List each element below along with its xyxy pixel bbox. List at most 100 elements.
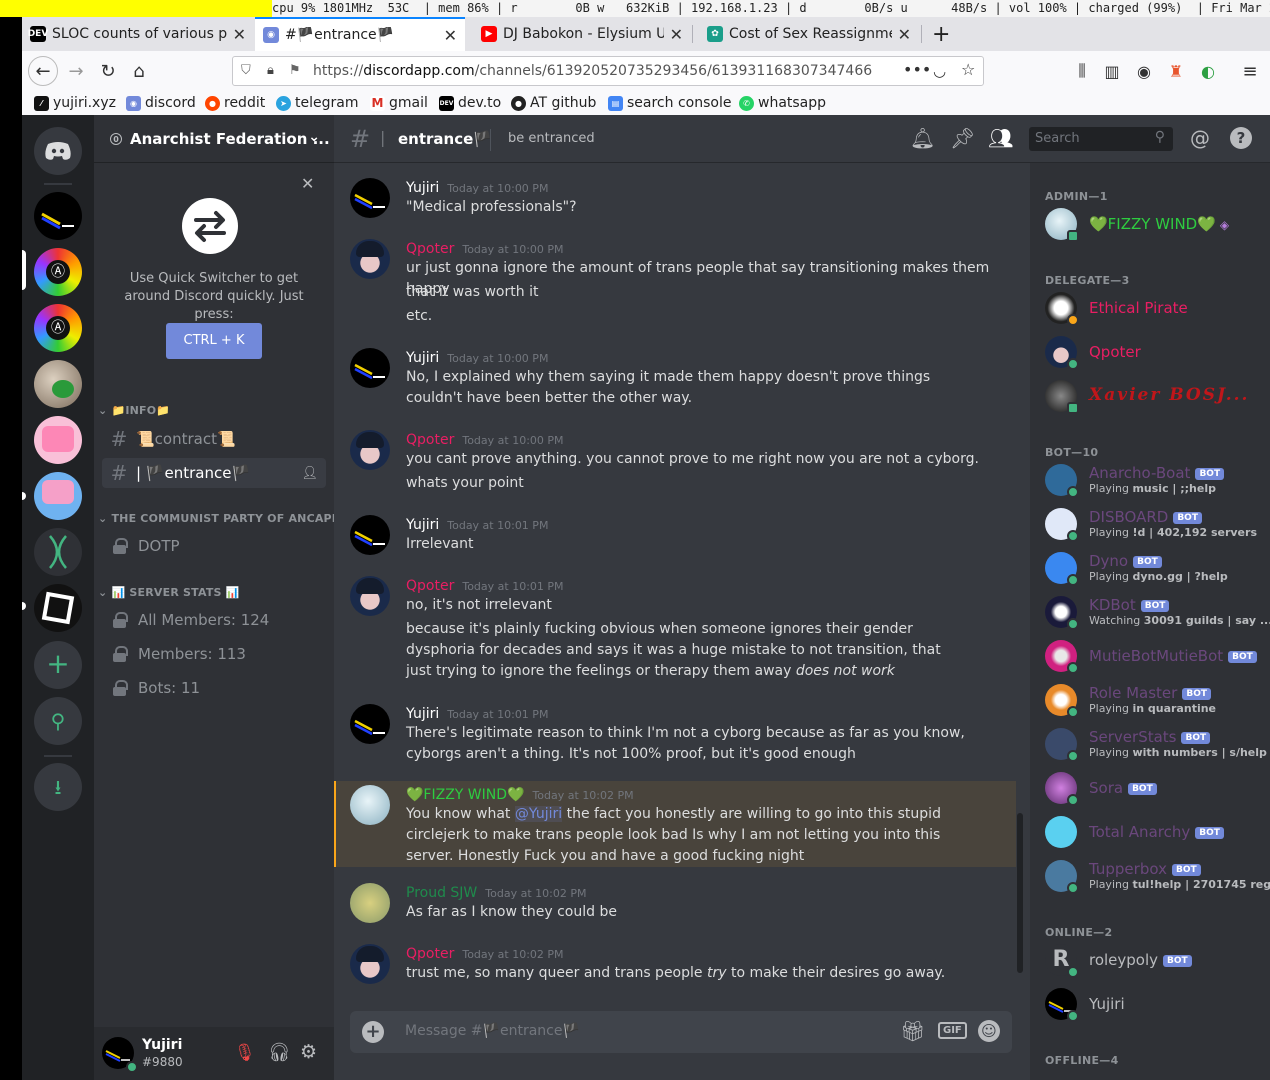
new-tab-icon[interactable]: +: [924, 17, 954, 51]
member-item[interactable]: Role Master BOT Playing in quarantine: [1045, 684, 1265, 724]
server-icon[interactable]: [34, 584, 82, 632]
shortcut-button[interactable]: CTRL + K: [166, 323, 262, 359]
pocket-icon[interactable]: ◡: [933, 57, 946, 85]
download-apps-icon[interactable]: ⭳: [34, 763, 82, 811]
server-header[interactable]: 0 Anarchist Federation ... ⌄: [94, 115, 334, 163]
gift-icon[interactable]: 🎁︎: [900, 1019, 925, 1043]
gif-icon[interactable]: GIF: [938, 1022, 967, 1039]
bookmark-item[interactable]: ➤ telegram: [276, 92, 358, 114]
member-item[interactable]: Sora BOT: [1045, 772, 1265, 812]
close-tab-icon[interactable]: ✕: [233, 25, 246, 44]
avatar[interactable]: [350, 576, 390, 616]
reload-button[interactable]: ↻: [94, 57, 122, 85]
bookmark-item[interactable]: ◉ discord: [126, 92, 196, 114]
message-input[interactable]: Message #🏴entrance🏴: [405, 1023, 580, 1039]
sidebar-toggle-icon[interactable]: ▥: [1098, 57, 1126, 85]
bookmark-item[interactable]: ● AT github: [511, 92, 596, 114]
avatar[interactable]: [350, 785, 390, 825]
extension-icon[interactable]: ♜: [1162, 57, 1190, 85]
member-item[interactable]: Dyno BOT Playing dyno.gg | ?help: [1045, 552, 1265, 592]
server-icon[interactable]: [34, 472, 82, 520]
menu-icon[interactable]: ≡: [1236, 57, 1264, 85]
bookmark-item[interactable]: ▤ search console: [608, 92, 731, 114]
close-tab-icon[interactable]: ✕: [898, 25, 911, 44]
avatar[interactable]: [350, 348, 390, 388]
channel-all-members[interactable]: All Members: 124: [102, 605, 326, 635]
server-icon[interactable]: Ⓐ: [34, 304, 82, 352]
message-author[interactable]: Qpoter Today at 10:02 PM: [406, 946, 564, 962]
bookmark-item[interactable]: ✆ whatsapp: [739, 92, 826, 114]
member-item[interactable]: Qpoter: [1045, 336, 1265, 376]
add-server-icon[interactable]: +: [34, 641, 82, 689]
channel-entrance[interactable]: # | 🏴entrance🏴 👤︎: [102, 458, 326, 488]
bookmark-item[interactable]: ● reddit: [205, 92, 265, 114]
category-communist-party[interactable]: ⌄ THE COMMUNIST PARTY OF ANCAPI...: [98, 512, 349, 525]
upload-plus-icon[interactable]: +: [362, 1021, 384, 1043]
forward-button[interactable]: →: [62, 57, 90, 85]
explore-servers-icon[interactable]: ⚲: [34, 697, 82, 745]
bookmark-item[interactable]: DEV dev.to: [439, 92, 501, 114]
bookmark-item[interactable]: ⁄ yujiri.xyz: [34, 92, 116, 114]
library-icon[interactable]: ⫼: [1068, 57, 1096, 85]
channel-topic[interactable]: be entranced: [508, 131, 595, 146]
member-item[interactable]: MutieBotMutieBot BOT: [1045, 640, 1265, 680]
message-author[interactable]: Qpoter Today at 10:00 PM: [406, 432, 564, 448]
bookmark-item[interactable]: Mgmail: [370, 92, 428, 114]
browser-tab[interactable]: ✿ Cost of Sex Reassignmen ✕: [699, 17, 919, 51]
bookmark-star-icon[interactable]: ☆: [961, 56, 975, 84]
avatar[interactable]: [350, 704, 390, 744]
close-icon[interactable]: ✕: [301, 174, 314, 193]
message-author[interactable]: Qpoter Today at 10:01 PM: [406, 578, 564, 594]
message-author[interactable]: Yujiri Today at 10:01 PM: [406, 706, 548, 722]
page-actions-icon[interactable]: •••: [903, 56, 931, 84]
member-item[interactable]: Yujiri: [1045, 988, 1265, 1028]
settings-gear-icon[interactable]: ⚙: [300, 1041, 317, 1063]
notification-bell-icon[interactable]: 🔔︎: [910, 126, 935, 150]
extension-icon[interactable]: ◐: [1194, 57, 1222, 85]
home-button[interactable]: [34, 127, 82, 175]
shield-icon[interactable]: ⛉: [241, 57, 251, 85]
message-author[interactable]: Qpoter Today at 10:00 PM: [406, 241, 564, 257]
avatar[interactable]: [350, 239, 390, 279]
lock-icon[interactable]: 🔒︎: [267, 57, 274, 85]
avatar[interactable]: [350, 944, 390, 984]
member-item[interactable]: KDBot BOT Watching 30091 guilds | say ...: [1045, 596, 1270, 636]
create-invite-icon[interactable]: 👤︎: [301, 466, 318, 481]
mute-microphone-icon[interactable]: 🎙︎: [234, 1043, 256, 1063]
headphones-icon[interactable]: 🎧︎: [268, 1042, 291, 1063]
permissions-icon[interactable]: ⚑: [289, 57, 301, 85]
member-item[interactable]: DISBOARD BOT Playing !d | 402,192 servers: [1045, 508, 1265, 548]
user-mention[interactable]: @Yujiri: [514, 806, 563, 822]
server-icon-selected[interactable]: Ⓐ: [34, 248, 82, 296]
server-icon[interactable]: [34, 360, 82, 408]
member-item[interactable]: Xavier BOSJ...: [1045, 380, 1265, 420]
avatar[interactable]: [350, 515, 390, 555]
message-author[interactable]: Proud SJW Today at 10:02 PM: [406, 885, 586, 901]
message-author[interactable]: Yujiri Today at 10:01 PM: [406, 517, 548, 533]
channel-bots[interactable]: Bots: 11: [102, 673, 326, 703]
category-server-stats[interactable]: ⌄ 📊 SERVER STATS 📊: [98, 586, 240, 599]
member-item[interactable]: Tupperbox BOT Playing tul!help | 2701745 …: [1045, 860, 1270, 900]
member-item[interactable]: R roleypoly BOT: [1045, 944, 1265, 984]
member-item[interactable]: Total Anarchy BOT: [1045, 816, 1265, 856]
browser-tab-active[interactable]: ◉ #🏴entrance🏴 ✕: [255, 17, 465, 51]
member-item[interactable]: ServerStats BOT Playing with numbers | s/…: [1045, 728, 1267, 768]
emoji-icon[interactable]: ☺: [978, 1020, 1000, 1042]
avatar[interactable]: [350, 178, 390, 218]
url-bar[interactable]: ⛉ 🔒︎ ⚑ https://discordapp.com/channels/6…: [232, 56, 984, 86]
search-input[interactable]: Search ⚲: [1029, 127, 1173, 151]
message-author[interactable]: Yujiri Today at 10:00 PM: [406, 350, 548, 366]
help-icon[interactable]: ?: [1230, 127, 1252, 149]
channel-members[interactable]: Members: 113: [102, 639, 326, 669]
member-item[interactable]: 💚FIZZY WIND💚 ◈: [1045, 208, 1265, 248]
server-icon[interactable]: [34, 528, 82, 576]
avatar[interactable]: [350, 883, 390, 923]
browser-tab[interactable]: DEV SLOC counts of various p ✕: [22, 17, 254, 51]
avatar[interactable]: [350, 430, 390, 470]
scrollbar[interactable]: [1017, 813, 1023, 973]
server-icon[interactable]: [34, 416, 82, 464]
member-item[interactable]: Anarcho-Boat BOT Playing music | ;;help: [1045, 464, 1265, 504]
back-button[interactable]: ←: [28, 56, 58, 86]
message-author[interactable]: Yujiri Today at 10:00 PM: [406, 180, 548, 196]
close-tab-icon[interactable]: ✕: [670, 25, 683, 44]
